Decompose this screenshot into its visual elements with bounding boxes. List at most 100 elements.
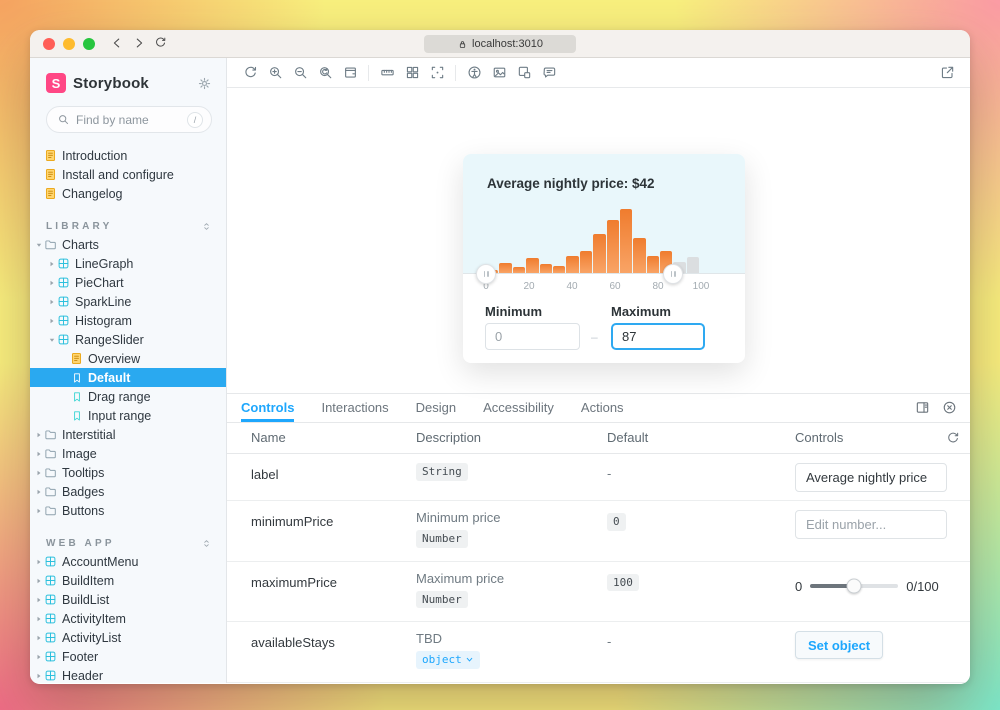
controls-table-body: label String - minimumPrice Minimum pric…	[227, 454, 970, 683]
sidebar-item-charts[interactable]: Charts	[30, 235, 226, 254]
minimum-input[interactable]	[485, 323, 580, 350]
sidebar-item-rangeslider[interactable]: RangeSlider	[30, 330, 226, 349]
default-value-empty: -	[607, 466, 611, 481]
maximize-window-button[interactable]	[83, 38, 95, 50]
histogram-bar	[580, 251, 592, 273]
reload-icon[interactable]	[154, 36, 169, 51]
viewport-icon[interactable]	[514, 63, 534, 83]
caret-right-icon[interactable]	[34, 487, 44, 497]
sidebar-item-image[interactable]: Image	[30, 444, 226, 463]
notes-icon[interactable]	[539, 63, 559, 83]
caret-right-icon[interactable]	[34, 595, 44, 605]
sidebar-item-install-and-configure[interactable]: Install and configure	[30, 165, 226, 184]
control-text-input[interactable]	[795, 463, 947, 492]
zoom-in-icon[interactable]	[265, 63, 285, 83]
address-bar[interactable]: localhost:3010	[424, 35, 576, 53]
control-number-input[interactable]	[795, 510, 947, 539]
caret-right-icon[interactable]	[47, 278, 57, 288]
sidebar-item-buttons[interactable]: Buttons	[30, 501, 226, 520]
search-placeholder: Find by name	[76, 113, 187, 127]
caret-right-icon[interactable]	[47, 259, 57, 269]
accessibility-icon[interactable]	[464, 63, 484, 83]
zoom-out-icon[interactable]	[290, 63, 310, 83]
caret-right-icon[interactable]	[34, 652, 44, 662]
tab-design[interactable]: Design	[416, 394, 456, 422]
tab-actions[interactable]: Actions	[581, 394, 624, 422]
zoom-reset-icon[interactable]	[315, 63, 335, 83]
caret-right-icon[interactable]	[34, 671, 44, 681]
expand-collapse-icon[interactable]	[201, 538, 212, 549]
back-icon[interactable]	[110, 36, 125, 51]
caret-right-icon[interactable]	[47, 297, 57, 307]
minimize-window-button[interactable]	[63, 38, 75, 50]
sidebar-item-sparkline[interactable]: SparkLine	[30, 292, 226, 311]
search-input[interactable]: Find by name /	[46, 106, 212, 133]
sidebar-item-linegraph[interactable]: LineGraph	[30, 254, 226, 273]
sidebar-item-tooltips[interactable]: Tooltips	[30, 463, 226, 482]
control-range-slider[interactable]	[810, 584, 898, 588]
sidebar-item-activityitem[interactable]: ActivityItem	[30, 609, 226, 628]
caret-right-icon[interactable]	[34, 633, 44, 643]
slider-handle-min[interactable]	[476, 264, 496, 284]
sidebar-item-drag-range[interactable]: Drag range	[30, 387, 226, 406]
remount-icon[interactable]	[240, 63, 260, 83]
tab-controls[interactable]: Controls	[241, 394, 294, 422]
histogram-area: Average nightly price: $42	[463, 154, 745, 274]
background-icon[interactable]	[340, 63, 360, 83]
tab-accessibility[interactable]: Accessibility	[483, 394, 554, 422]
sidebar-item-activitylist[interactable]: ActivityList	[30, 628, 226, 647]
grid-icon[interactable]	[402, 63, 422, 83]
caret-right-icon[interactable]	[34, 557, 44, 567]
column-header-name: Name	[251, 430, 416, 445]
close-panel-icon[interactable]	[942, 400, 957, 415]
slider-form-area: 020406080100 Minimum Maximum –	[463, 274, 745, 362]
sidebar-item-builditem[interactable]: BuildItem	[30, 571, 226, 590]
caret-right-icon[interactable]	[34, 468, 44, 478]
sidebar-item-footer[interactable]: Footer	[30, 647, 226, 666]
expand-collapse-icon[interactable]	[201, 221, 212, 232]
caret-right-icon[interactable]	[34, 449, 44, 459]
vision-icon[interactable]	[489, 63, 509, 83]
sidebar-item-piechart[interactable]: PieChart	[30, 273, 226, 292]
sidebar-item-interstitial[interactable]: Interstitial	[30, 425, 226, 444]
sidebar-item-default[interactable]: Default	[30, 368, 226, 387]
canvas-toolbar	[227, 58, 970, 88]
sidebar-item-buildlist[interactable]: BuildList	[30, 590, 226, 609]
open-new-tab-icon[interactable]	[937, 63, 957, 83]
forward-icon[interactable]	[132, 36, 147, 51]
caret-right-icon[interactable]	[47, 316, 57, 326]
sidebar-item-overview[interactable]: Overview	[30, 349, 226, 368]
type-badge-expandable[interactable]: object	[416, 651, 480, 669]
sidebar-item-accountmenu[interactable]: AccountMenu	[30, 552, 226, 571]
close-window-button[interactable]	[43, 38, 55, 50]
type-badge: String	[416, 463, 468, 481]
chart-title: Average nightly price: $42	[487, 176, 655, 191]
measure-icon[interactable]	[377, 63, 397, 83]
caret-right-icon[interactable]	[34, 506, 44, 516]
sidebar-item-histogram[interactable]: Histogram	[30, 311, 226, 330]
panel-position-icon[interactable]	[915, 400, 930, 415]
reset-controls-icon[interactable]	[946, 431, 960, 445]
tab-interactions[interactable]: Interactions	[321, 394, 388, 422]
axis-tick-label: 100	[693, 281, 710, 292]
browser-titlebar: localhost:3010	[30, 30, 970, 58]
maximum-label: Maximum	[611, 304, 671, 319]
outline-icon[interactable]	[427, 63, 447, 83]
range-slider-handle[interactable]	[847, 579, 862, 594]
set-object-button[interactable]: Set object	[795, 631, 883, 659]
sidebar-item-changelog[interactable]: Changelog	[30, 184, 226, 203]
axis-tick-label: 40	[566, 281, 577, 292]
maximum-input[interactable]	[611, 323, 705, 350]
gear-icon[interactable]	[197, 76, 212, 91]
caret-right-icon[interactable]	[34, 576, 44, 586]
caret-right-icon[interactable]	[34, 614, 44, 624]
slider-handle-max[interactable]	[663, 264, 683, 284]
caret-down-icon[interactable]	[34, 240, 44, 250]
caret-right-icon[interactable]	[34, 430, 44, 440]
sidebar-item-badges[interactable]: Badges	[30, 482, 226, 501]
component-icon	[44, 669, 57, 682]
sidebar-item-input-range[interactable]: Input range	[30, 406, 226, 425]
sidebar-item-header[interactable]: Header	[30, 666, 226, 683]
caret-down-icon[interactable]	[47, 335, 57, 345]
sidebar-item-introduction[interactable]: Introduction	[30, 146, 226, 165]
